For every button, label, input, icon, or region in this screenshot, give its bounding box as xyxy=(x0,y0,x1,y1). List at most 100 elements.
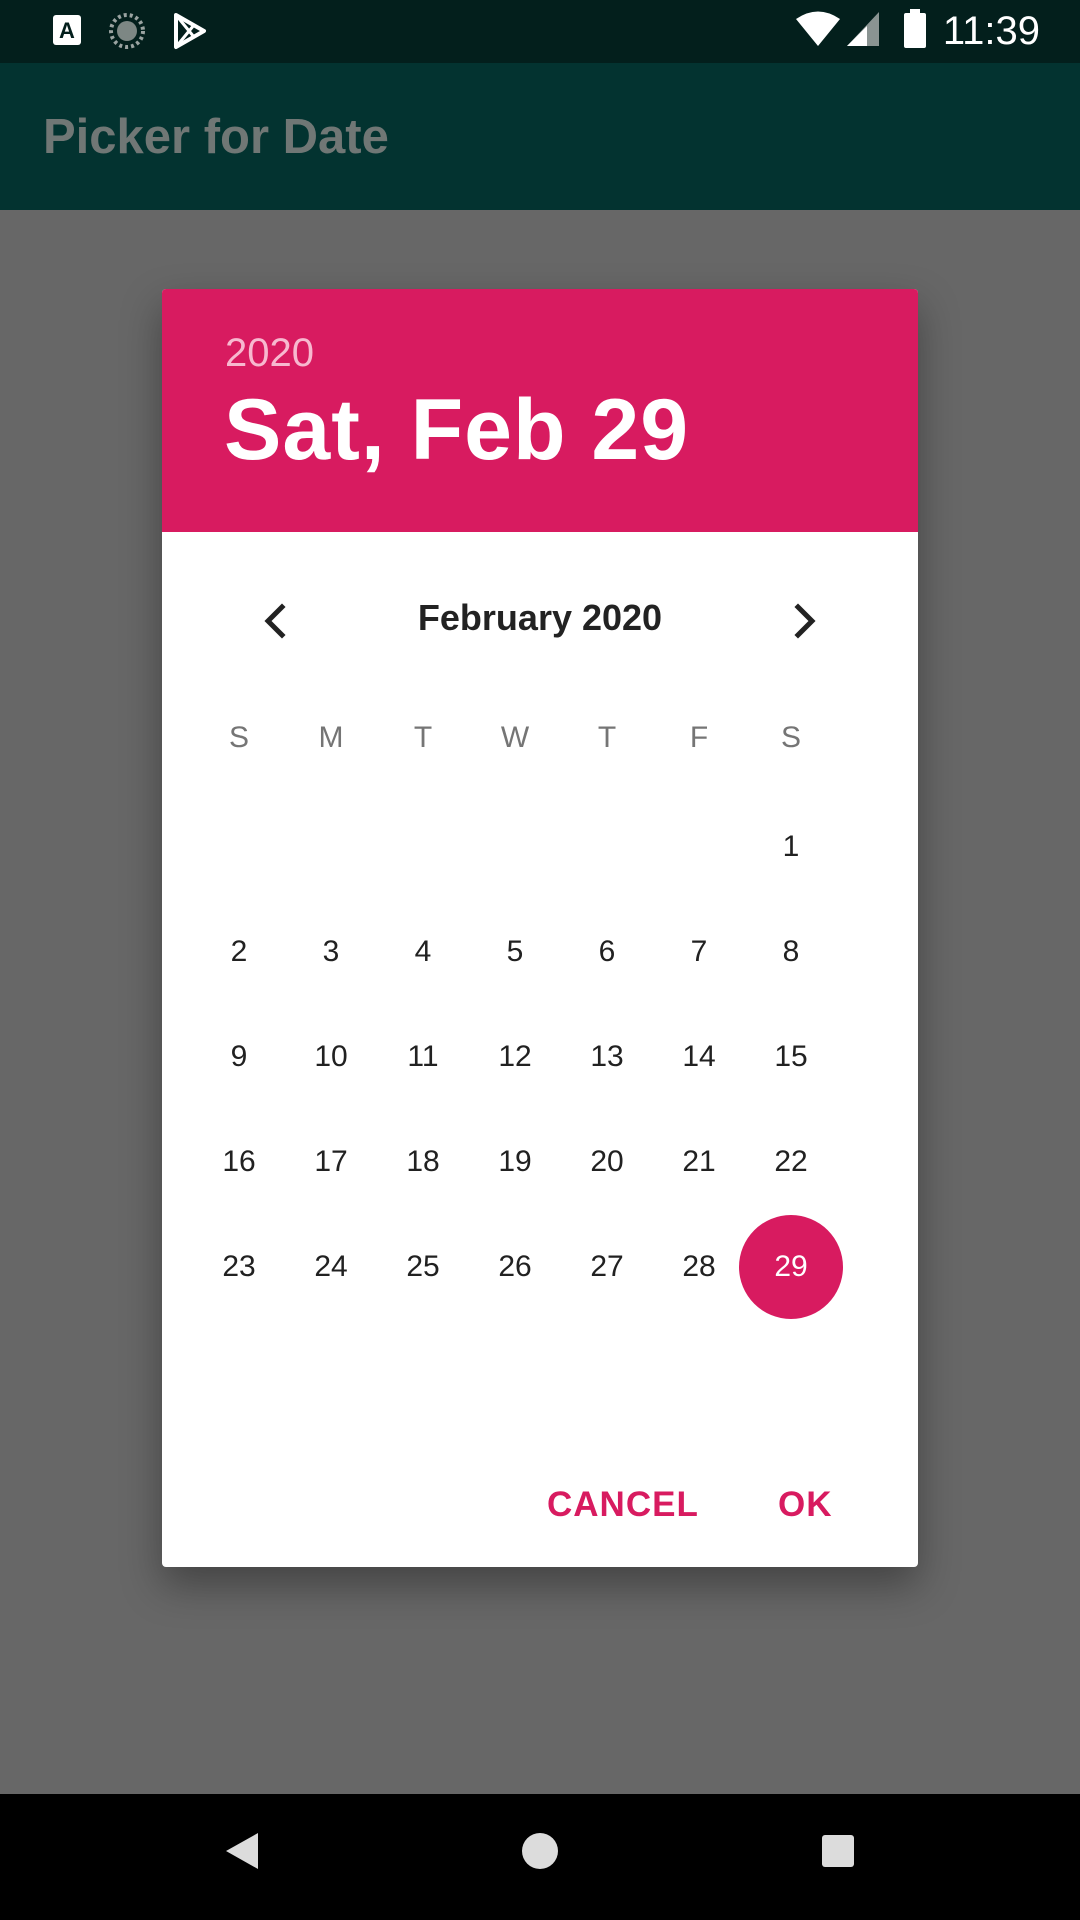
app-title: Picker for Date xyxy=(43,110,389,164)
recents-button[interactable] xyxy=(818,1829,858,1878)
day-number: 13 xyxy=(590,1039,624,1073)
day-number: 12 xyxy=(498,1039,532,1073)
status-right-icons: 11:39 xyxy=(795,0,1040,63)
clock: 11:39 xyxy=(942,9,1040,53)
day-number: 28 xyxy=(682,1249,716,1283)
calendar-week: 1 xyxy=(193,794,837,899)
day-cell[interactable]: 26 xyxy=(469,1214,561,1319)
day-number: 10 xyxy=(314,1039,348,1073)
day-number: 8 xyxy=(782,934,800,968)
app-bar: Picker for Date xyxy=(0,63,1080,210)
day-cell[interactable]: 2 xyxy=(193,899,285,1004)
calendar-week: 23 24 25 26 27 28 29 xyxy=(193,1214,843,1319)
header-selected-date[interactable]: Sat, Feb 29 xyxy=(224,381,689,480)
day-number: 14 xyxy=(682,1039,716,1073)
status-bar: A 11:39 xyxy=(0,0,1080,63)
day-cell[interactable]: 4 xyxy=(377,899,469,1004)
day-number: 4 xyxy=(414,934,432,968)
a-notification-icon: A xyxy=(52,13,82,54)
day-cell[interactable]: 27 xyxy=(561,1214,653,1319)
day-cell[interactable]: 10 xyxy=(285,1004,377,1109)
day-cell[interactable]: 22 xyxy=(745,1109,837,1214)
empty-day-cell xyxy=(561,794,653,899)
empty-day-cell xyxy=(285,794,377,899)
day-number: 6 xyxy=(598,934,616,968)
day-cell[interactable]: 15 xyxy=(745,1004,837,1109)
day-cell[interactable]: 24 xyxy=(285,1214,377,1319)
loading-circle-icon xyxy=(108,12,146,55)
day-cell[interactable]: 12 xyxy=(469,1004,561,1109)
day-cell[interactable]: 1 xyxy=(745,794,837,899)
empty-day-cell xyxy=(193,794,285,899)
calendar-week: 16 17 18 19 20 21 22 xyxy=(193,1109,837,1214)
day-number: 29 xyxy=(774,1249,808,1283)
day-number: 2 xyxy=(230,934,248,968)
weekday-label: W xyxy=(500,721,530,754)
day-cell[interactable]: 5 xyxy=(469,899,561,1004)
back-button[interactable] xyxy=(222,1829,262,1878)
day-cell[interactable]: 13 xyxy=(561,1004,653,1109)
day-cell[interactable]: 7 xyxy=(653,899,745,1004)
calendar-week: 2 3 4 5 6 7 8 xyxy=(193,899,837,1004)
day-cell[interactable]: 16 xyxy=(193,1109,285,1214)
day-number: 3 xyxy=(322,934,340,968)
day-cell[interactable]: 21 xyxy=(653,1109,745,1214)
day-number: 9 xyxy=(230,1039,248,1073)
day-cell[interactable]: 14 xyxy=(653,1004,745,1109)
day-number: 22 xyxy=(774,1144,808,1178)
day-cell[interactable]: 23 xyxy=(193,1214,285,1319)
play-store-icon xyxy=(172,12,208,55)
header-year[interactable]: 2020 xyxy=(225,331,314,376)
chevron-right-icon xyxy=(794,603,816,639)
day-number: 18 xyxy=(406,1144,440,1178)
weekday-label: F xyxy=(689,721,709,754)
day-cell[interactable]: 18 xyxy=(377,1109,469,1214)
day-number: 19 xyxy=(498,1144,532,1178)
day-cell[interactable]: 9 xyxy=(193,1004,285,1109)
day-cell[interactable]: 20 xyxy=(561,1109,653,1214)
date-picker-dialog: 2020 Sat, Feb 29 February 2020 S M T W T… xyxy=(162,289,918,1567)
day-cell[interactable]: 25 xyxy=(377,1214,469,1319)
ok-button[interactable]: OK xyxy=(778,1485,833,1525)
weekday-label: T xyxy=(413,721,433,754)
weekday-label: S xyxy=(780,721,801,754)
battery-icon xyxy=(903,9,927,54)
selected-day-cell[interactable]: 29 xyxy=(739,1214,843,1319)
weekday-label: M xyxy=(318,721,344,754)
day-cell[interactable]: 8 xyxy=(745,899,837,1004)
wifi-icon xyxy=(795,10,841,53)
dialog-actions: CANCEL OK xyxy=(162,1485,918,1545)
day-number: 5 xyxy=(506,934,524,968)
day-number: 11 xyxy=(407,1039,439,1073)
day-cell[interactable]: 19 xyxy=(469,1109,561,1214)
day-cell[interactable]: 3 xyxy=(285,899,377,1004)
day-number: 15 xyxy=(774,1039,808,1073)
cancel-button[interactable]: CANCEL xyxy=(547,1485,699,1525)
day-cell[interactable]: 28 xyxy=(653,1214,745,1319)
home-circle-icon xyxy=(522,1833,558,1869)
empty-day-cell xyxy=(653,794,745,899)
day-cell[interactable]: 17 xyxy=(285,1109,377,1214)
day-number: 1 xyxy=(782,829,800,863)
recents-square-icon xyxy=(822,1835,854,1867)
calendar-grid: 1 2 3 4 5 6 7 8 9 10 11 12 13 14 15 16 17 18 19 20 21 22 23 24 2… xyxy=(193,794,843,1319)
dialog-header: 2020 Sat, Feb 29 xyxy=(162,289,918,532)
next-month-button[interactable] xyxy=(778,595,830,647)
month-navigation: February 2020 xyxy=(162,589,918,653)
day-number: 7 xyxy=(690,934,708,968)
day-number: 16 xyxy=(222,1144,256,1178)
navigation-bar xyxy=(0,1794,1080,1920)
weekday-label: T xyxy=(597,721,617,754)
svg-text:A: A xyxy=(59,18,75,43)
empty-day-cell xyxy=(469,794,561,899)
day-number: 26 xyxy=(498,1249,532,1283)
weekday-header: S M T W T F S xyxy=(193,721,837,765)
day-number: 20 xyxy=(590,1144,624,1178)
day-number: 27 xyxy=(590,1249,624,1283)
day-cell[interactable]: 11 xyxy=(377,1004,469,1109)
weekday-label: S xyxy=(228,721,249,754)
day-number: 21 xyxy=(682,1144,716,1178)
calendar-week: 9 10 11 12 13 14 15 xyxy=(193,1004,837,1109)
home-button[interactable] xyxy=(520,1829,560,1878)
day-cell[interactable]: 6 xyxy=(561,899,653,1004)
